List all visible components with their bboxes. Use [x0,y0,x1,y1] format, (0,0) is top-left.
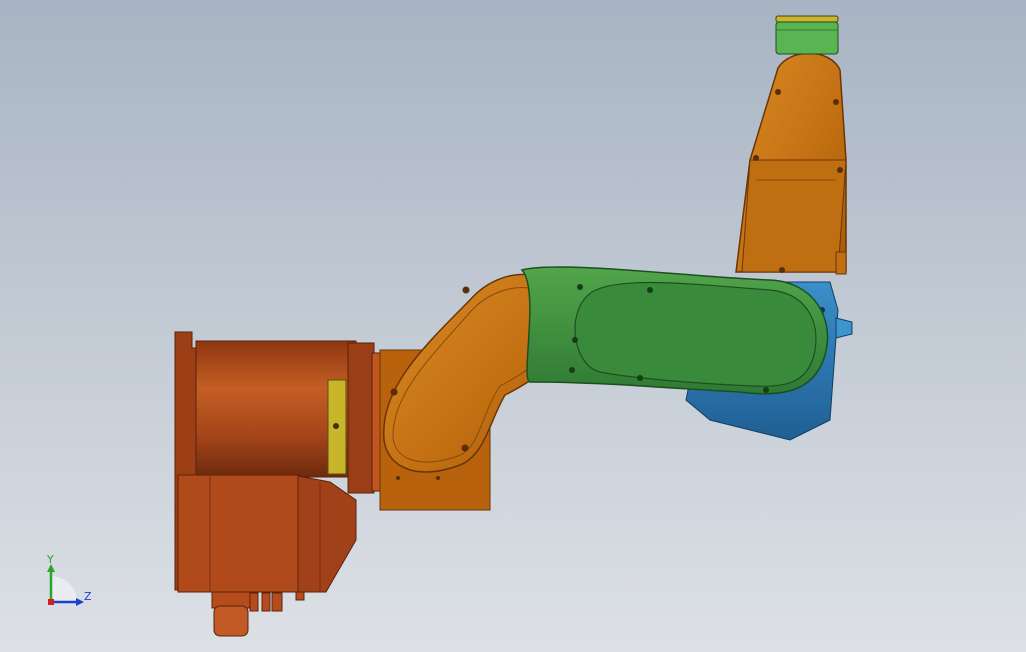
robot-model-canvas[interactable]: Y Z [0,0,1026,652]
robot-flange[interactable] [775,15,839,55]
view-orientation-triad: Y Z [46,553,92,606]
triad-x-axis [48,599,54,605]
robot-base[interactable] [174,331,385,637]
triad-y-label: Y [46,553,54,566]
triad-z-label: Z [84,590,92,603]
graphics-viewport[interactable]: Y Z [0,0,1026,652]
triad-z-arrow [76,598,84,606]
robot-link-2[interactable] [520,266,829,395]
robot-forearm[interactable] [735,52,847,275]
